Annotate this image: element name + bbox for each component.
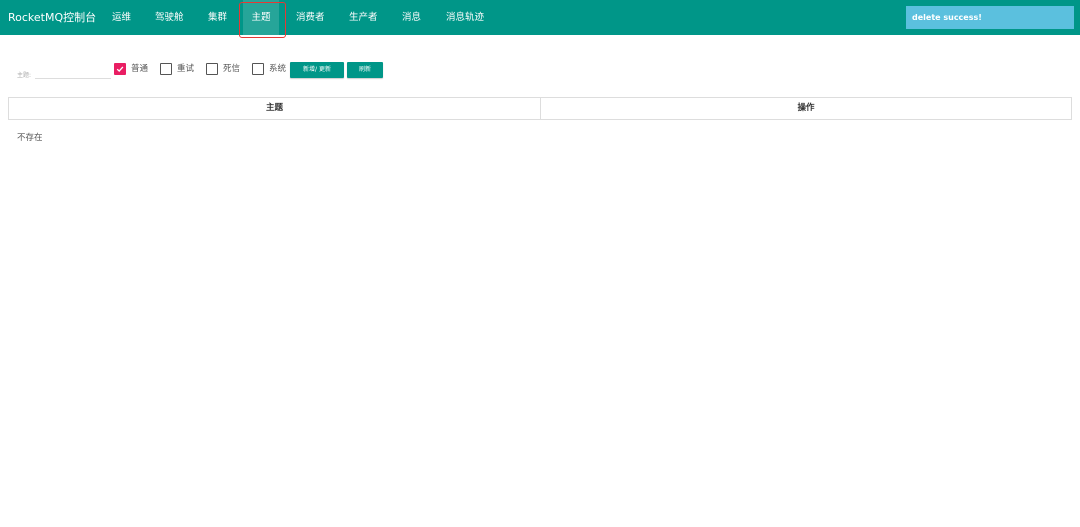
app-brand[interactable]: RocketMQ控制台 — [8, 0, 96, 35]
nav-item-consumer[interactable]: 消费者 — [296, 0, 325, 35]
topic-filter-label: 主题: — [17, 72, 32, 79]
checkbox-normal-label: 普通 — [131, 64, 149, 74]
checkbox-system-label: 系统 — [269, 64, 287, 74]
checkbox-system[interactable] — [252, 63, 264, 75]
checkbox-dlq[interactable] — [206, 63, 218, 75]
topic-table: 主题 操作 — [8, 97, 1072, 120]
empty-state-text: 不存在 — [17, 133, 43, 143]
topic-filter-input[interactable] — [35, 64, 111, 79]
refresh-button[interactable]: 刷新 — [347, 62, 383, 78]
nav-item-message-trace[interactable]: 消息轨迹 — [446, 0, 484, 35]
column-header-topic: 主题 — [265, 103, 283, 113]
add-update-button[interactable]: 新增/ 更新 — [290, 62, 344, 78]
checkbox-retry[interactable] — [160, 63, 172, 75]
checkbox-normal[interactable] — [114, 63, 126, 75]
checkmark-icon — [116, 66, 124, 73]
nav-item-cluster[interactable]: 集群 — [208, 0, 227, 35]
delete-success-toast: delete success! — [906, 6, 1074, 29]
top-navbar: RocketMQ控制台 运维 驾驶舱 集群 主题 消费者 生产者 消息 消息轨迹… — [0, 0, 1080, 35]
nav-item-ops[interactable]: 运维 — [112, 0, 131, 35]
checkbox-retry-label: 重试 — [177, 64, 195, 74]
nav-item-topic[interactable]: 主题 — [243, 0, 279, 35]
column-header-actions: 操作 — [797, 103, 815, 113]
nav-item-dashboard[interactable]: 驾驶舱 — [155, 0, 184, 35]
nav-item-message[interactable]: 消息 — [402, 0, 421, 35]
nav-item-producer[interactable]: 生产者 — [349, 0, 378, 35]
checkbox-dlq-label: 死信 — [223, 64, 241, 74]
